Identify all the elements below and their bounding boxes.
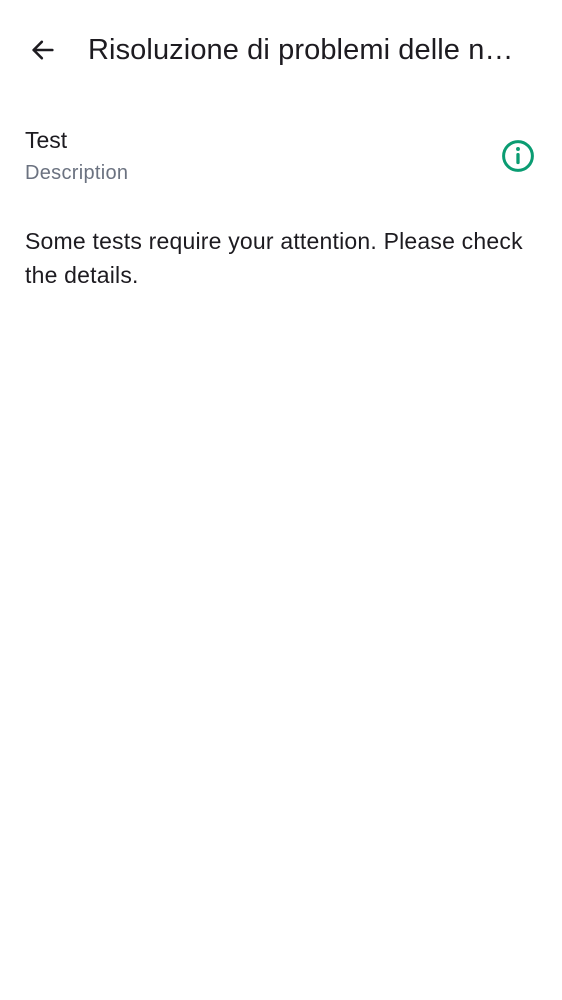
- test-description: Description: [25, 162, 129, 184]
- back-button[interactable]: [19, 26, 67, 74]
- app-bar: Risoluzione di problemi delle n…: [0, 0, 562, 100]
- info-icon[interactable]: [500, 138, 536, 174]
- page-title: Risoluzione di problemi delle n…: [88, 34, 514, 66]
- attention-message: Some tests require your attention. Pleas…: [25, 228, 523, 288]
- test-title: Test: [25, 127, 68, 153]
- arrow-back-icon: [32, 40, 54, 60]
- screen: Risoluzione di problemi delle n… Test De…: [0, 0, 562, 1000]
- test-list-item[interactable]: Test Description: [0, 118, 562, 194]
